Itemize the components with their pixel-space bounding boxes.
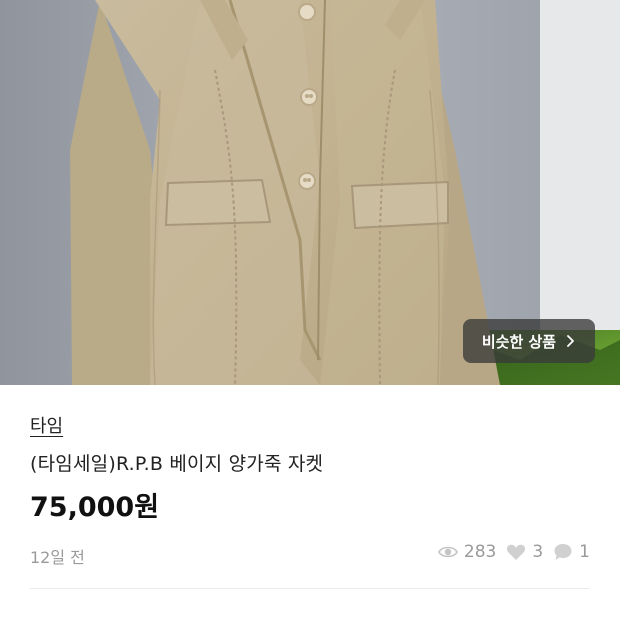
chevron-right-icon [567,335,575,347]
likes-count: 3 [532,542,544,562]
views-count: 283 [463,542,497,562]
heart-icon [507,544,526,560]
section-divider [30,588,590,589]
eye-icon [437,546,458,558]
views-stat: 283 [437,542,497,562]
product-title: (타임세일)R.P.B 베이지 양가죽 자켓 [30,453,324,475]
similar-products-label: 비슷한 상품 [481,332,557,351]
product-price: 75,000원 [30,492,160,523]
chat-icon [554,544,572,560]
chats-stat: 1 [553,542,590,562]
posted-time: 12일 전 [30,548,85,567]
product-stats: 283 3 1 [428,542,590,562]
shop-name-link[interactable]: 타임 [30,412,63,438]
product-photo[interactable]: 비슷한 상품 [0,0,620,385]
product-info: 타임 (타임세일)R.P.B 베이지 양가죽 자켓 75,000원 12일 전 … [0,385,620,620]
chats-count: 1 [579,542,590,562]
similar-products-button[interactable]: 비슷한 상품 [463,319,595,363]
likes-stat: 3 [506,542,543,562]
